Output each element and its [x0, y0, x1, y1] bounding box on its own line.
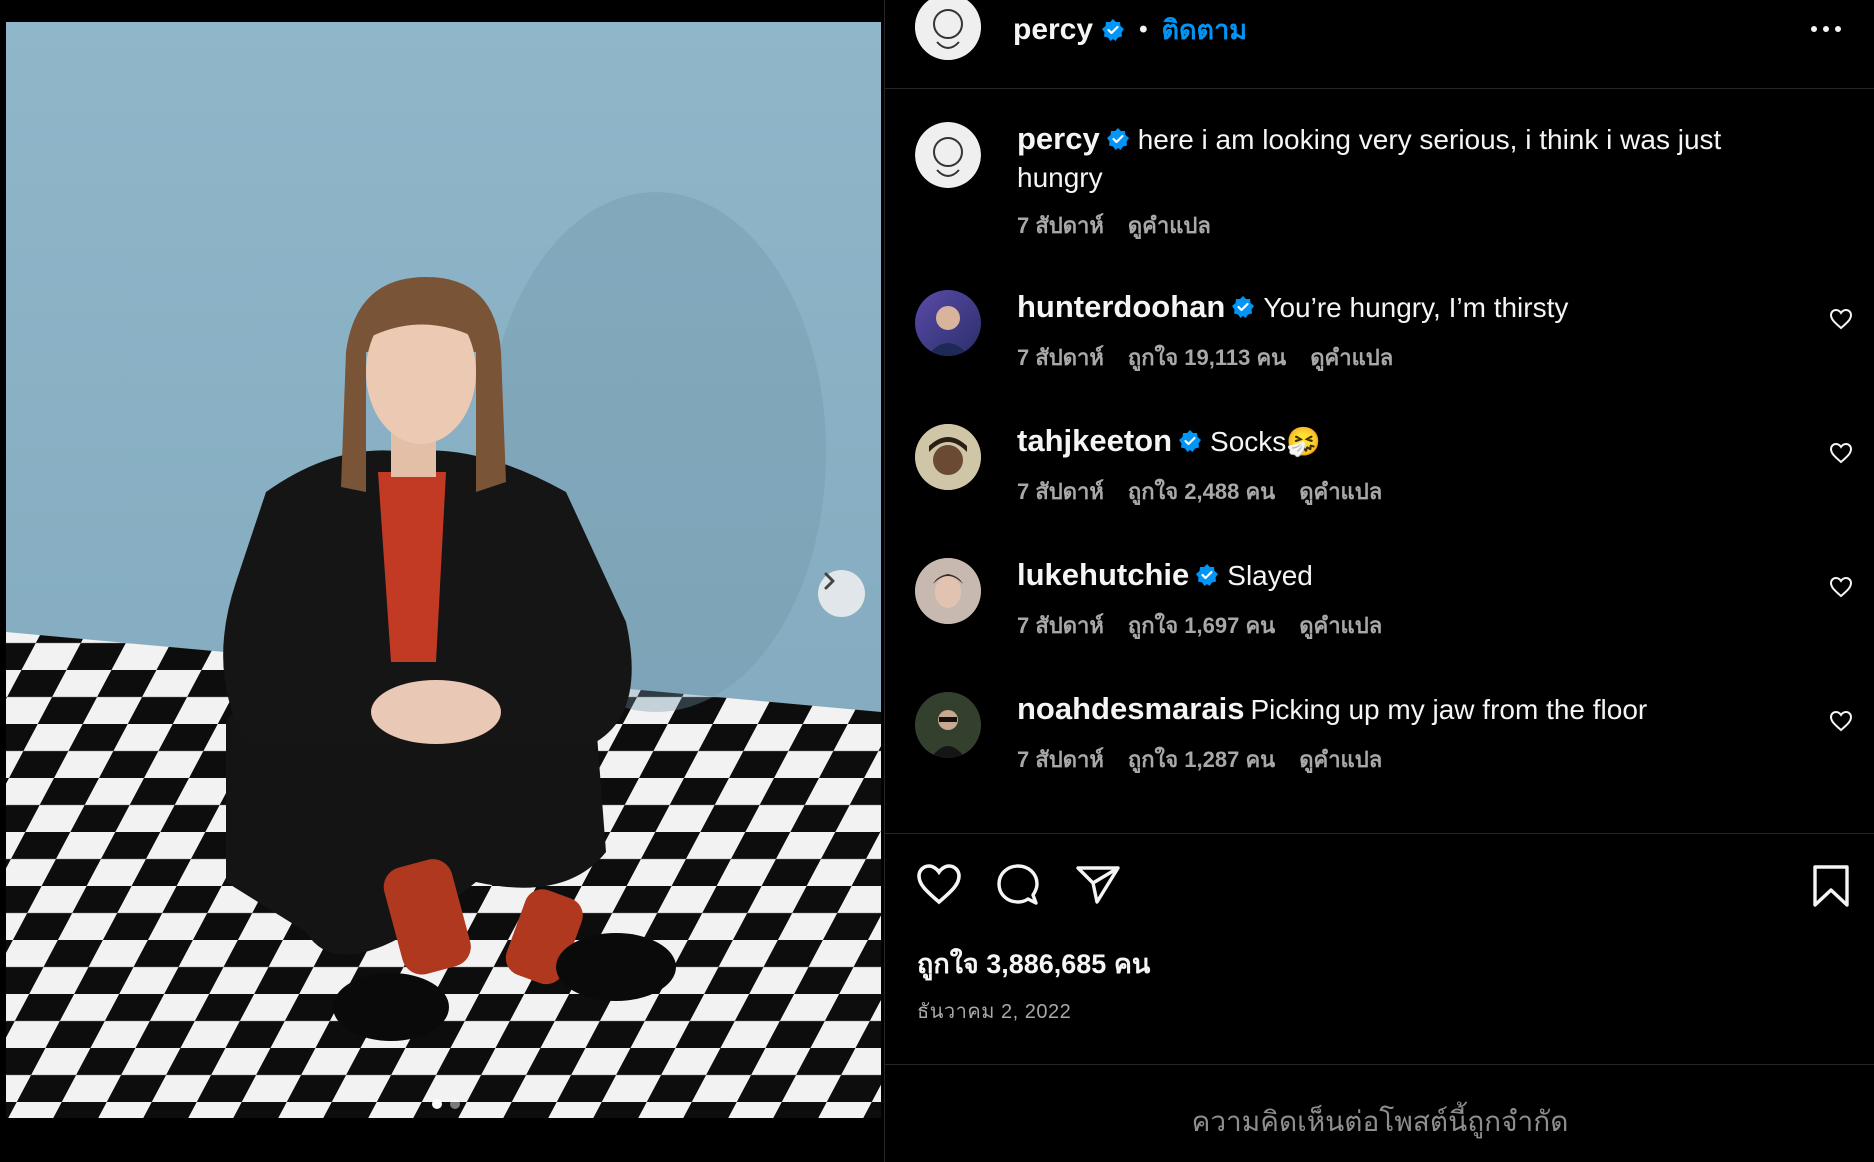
heart-icon [1829, 308, 1853, 330]
comment-button[interactable] [995, 862, 1041, 913]
post-sidebar: percy • ติดตาม percy here i am looking ve… [884, 0, 1874, 1162]
comment-username[interactable]: hunterdoohan [1017, 289, 1225, 324]
comment-item: noahdesmarais Picking up my jaw from the … [885, 690, 1874, 790]
verified-badge-icon [1106, 127, 1129, 150]
comment-bubble-icon [997, 864, 1039, 905]
comment-item: tahjkeeton Socks🤧 7 สัปดาห์ ถูกใจ 2,488 ค… [885, 422, 1874, 522]
chevron-right-icon [824, 572, 835, 590]
commenter-avatar[interactable] [915, 290, 981, 356]
header-author: percy • ติดตาม [1013, 8, 1247, 51]
author-username[interactable]: percy [1013, 13, 1093, 47]
photo-illustration [6, 192, 881, 1118]
more-options-icon [1811, 26, 1841, 32]
verified-badge-icon [1232, 295, 1255, 318]
comment-username[interactable]: noahdesmarais [1017, 691, 1244, 726]
comment-text: You’re hungry, I’m thirsty [1263, 292, 1569, 323]
comment-time[interactable]: 7 สัปดาห์ [1017, 608, 1104, 643]
actions-divider [885, 833, 1874, 834]
caption-meta: 7 สัปดาห์ ดูคำแปล [1017, 208, 1211, 243]
comment-body: lukehutchie Slayed [1017, 556, 1777, 595]
carousel-dot [450, 1099, 460, 1109]
verified-badge-icon [1196, 563, 1219, 586]
share-button[interactable] [1075, 864, 1121, 911]
comment-meta: 7 สัปดาห์ ถูกใจ 1,287 คน ดูคำแปล [1017, 742, 1382, 777]
heart-icon [917, 864, 961, 905]
heart-icon [1829, 576, 1853, 598]
avatar-illustration [915, 692, 981, 758]
more-options-button[interactable] [1809, 14, 1843, 49]
comment-text: Socks🤧 [1210, 426, 1322, 457]
comments-divider [885, 1064, 1874, 1065]
caption-translate-link[interactable]: ดูคำแปล [1128, 208, 1211, 243]
comment-text: Picking up my jaw from the floor [1250, 694, 1648, 725]
commenter-avatar[interactable] [915, 424, 981, 490]
caption-author-avatar[interactable] [915, 122, 981, 188]
comment-meta: 7 สัปดาห์ ถูกใจ 19,113 คน ดูคำแปล [1017, 340, 1393, 375]
comment-body: noahdesmarais Picking up my jaw from the … [1017, 690, 1777, 729]
commenter-avatar[interactable] [915, 558, 981, 624]
comment-meta: 7 สัปดาห์ ถูกใจ 2,488 คน ดูคำแปล [1017, 474, 1382, 509]
comments-limited-notice: ความคิดเห็นต่อโพสต์นี้ถูกจำกัด [1191, 1106, 1569, 1137]
caption-time[interactable]: 7 สัปดาห์ [1017, 208, 1104, 243]
comment-time[interactable]: 7 สัปดาห์ [1017, 742, 1104, 777]
heart-icon [1829, 710, 1853, 732]
avatar-illustration [915, 558, 981, 624]
heart-icon [1829, 442, 1853, 464]
comment-likes[interactable]: ถูกใจ 19,113 คน [1128, 340, 1286, 375]
comment-item: hunterdoohan You’re hungry, I’m thirsty 7… [885, 288, 1874, 388]
separator-dot: • [1139, 15, 1148, 43]
avatar-illustration [915, 122, 981, 188]
comment-likes[interactable]: ถูกใจ 2,488 คน [1128, 474, 1275, 509]
comment-text: Slayed [1227, 560, 1313, 591]
follow-button[interactable]: ติดตาม [1161, 8, 1247, 51]
post-caption: percy here i am looking very serious, i t… [885, 120, 1874, 240]
post-likes-count[interactable]: ถูกใจ 3,886,685 คน [917, 942, 1150, 985]
comment-like-button[interactable] [1829, 710, 1853, 737]
comment-translate-link[interactable]: ดูคำแปล [1299, 608, 1382, 643]
post-header: percy • ติดตาม [885, 0, 1874, 89]
bookmark-icon [1813, 865, 1849, 907]
comment-meta: 7 สัปดาห์ ถูกใจ 1,697 คน ดูคำแปล [1017, 608, 1382, 643]
verified-badge-icon [1102, 18, 1125, 41]
comment-likes[interactable]: ถูกใจ 1,287 คน [1128, 742, 1275, 777]
carousel-indicator [432, 1099, 460, 1109]
comment-like-button[interactable] [1829, 308, 1853, 335]
post-media-pane [0, 0, 884, 1162]
comment-like-button[interactable] [1829, 576, 1853, 603]
caption-username[interactable]: percy [1017, 121, 1100, 156]
comment-username[interactable]: tahjkeeton [1017, 423, 1172, 458]
comment-translate-link[interactable]: ดูคำแปล [1299, 474, 1382, 509]
comment-like-button[interactable] [1829, 442, 1853, 469]
avatar-illustration [915, 424, 981, 490]
comment-likes[interactable]: ถูกใจ 1,697 คน [1128, 608, 1275, 643]
comment-time[interactable]: 7 สัปดาห์ [1017, 340, 1104, 375]
comment-time[interactable]: 7 สัปดาห์ [1017, 474, 1104, 509]
save-button[interactable] [1811, 864, 1851, 913]
carousel-dot-active [432, 1099, 442, 1109]
like-button[interactable] [915, 862, 963, 911]
comment-body: tahjkeeton Socks🤧 [1017, 422, 1777, 461]
paper-plane-icon [1076, 866, 1120, 904]
carousel-next-button[interactable] [818, 570, 865, 617]
comment-translate-link[interactable]: ดูคำแปล [1310, 340, 1393, 375]
comment-body: hunterdoohan You’re hungry, I’m thirsty [1017, 288, 1777, 327]
comment-username[interactable]: lukehutchie [1017, 557, 1189, 592]
comment-item: lukehutchie Slayed 7 สัปดาห์ ถูกใจ 1,697 … [885, 556, 1874, 656]
avatar-illustration [927, 306, 969, 356]
post-date[interactable]: ธันวาคม 2, 2022 [917, 995, 1071, 1027]
commenter-avatar[interactable] [915, 692, 981, 758]
caption-body: percy here i am looking very serious, i t… [1017, 120, 1777, 197]
post-photo [6, 22, 881, 1118]
verified-badge-icon [1179, 429, 1202, 452]
avatar-illustration [915, 0, 981, 60]
comment-translate-link[interactable]: ดูคำแปล [1299, 742, 1382, 777]
author-avatar[interactable] [915, 0, 981, 60]
